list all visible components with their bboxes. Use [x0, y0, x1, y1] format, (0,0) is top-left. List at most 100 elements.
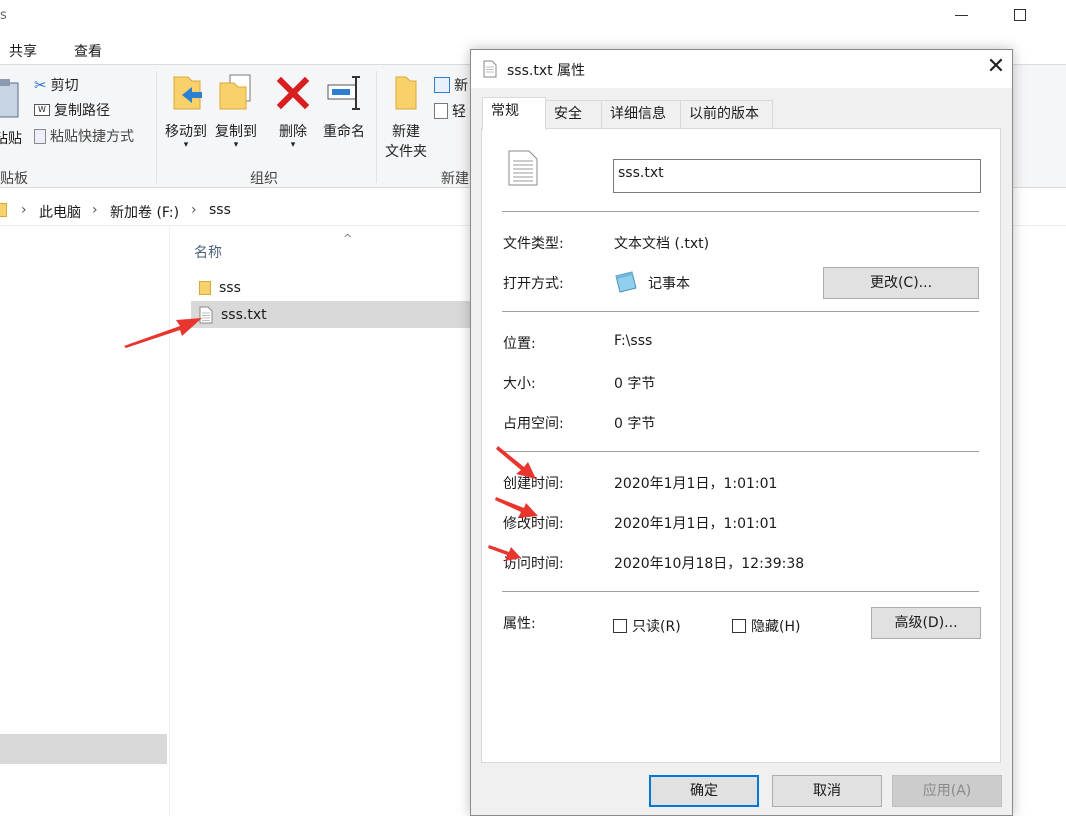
maximize-icon[interactable]	[1014, 9, 1026, 21]
size-on-disk-value: 0 字节	[614, 416, 656, 432]
new-folder-button[interactable]: 新建 文件夹	[381, 73, 431, 161]
cancel-button[interactable]: 取消	[772, 775, 882, 807]
paste-button[interactable]: 粘贴	[0, 75, 22, 155]
ok-button[interactable]: 确定	[649, 775, 759, 807]
new-item-icon	[434, 77, 450, 93]
sort-ascending-icon: ^	[343, 232, 353, 245]
file-row-txt-selected[interactable]: sss.txt	[191, 301, 471, 328]
easy-access-icon	[434, 103, 448, 119]
general-panel: sss.txt 文件类型: 文本文档 (.txt) 打开方式: 记事本 更改(C…	[481, 128, 1001, 763]
copy-path-label: 复制路径	[54, 103, 110, 119]
paste-shortcut-button[interactable]: 粘贴快捷方式	[34, 126, 134, 146]
location-label: 位置:	[503, 336, 536, 352]
tab-share[interactable]: 共享	[9, 41, 37, 61]
divider	[502, 211, 979, 212]
annotation-arrow-icon	[124, 318, 202, 348]
paste-label: 粘贴	[0, 131, 22, 147]
easy-access-label: 轻	[452, 104, 466, 120]
annotation-arrow-icon	[488, 545, 521, 561]
delete-label: 删除	[279, 124, 307, 140]
close-icon[interactable]: ✕	[982, 54, 1010, 82]
hidden-label: 隐藏(H)	[751, 619, 801, 635]
divider	[502, 591, 979, 592]
column-header-name[interactable]: 名称	[194, 242, 222, 262]
delete-x-icon	[276, 76, 310, 110]
ribbon-divider	[156, 71, 157, 183]
file-name: sss	[219, 279, 241, 296]
size-value: 0 字节	[614, 376, 656, 392]
breadcrumb-sss[interactable]: sss	[209, 202, 231, 218]
attributes-label: 属性:	[503, 616, 536, 632]
readonly-checkbox[interactable]: 只读(R)	[613, 616, 681, 636]
move-to-label: 移动到	[165, 124, 207, 140]
apply-button[interactable]: 应用(A)	[892, 775, 1002, 807]
easy-access-button[interactable]: 轻	[434, 101, 466, 121]
modified-value: 2020年1月1日，1:01:01	[614, 516, 778, 532]
new-group-label: 新建	[441, 171, 469, 187]
paste-shortcut-label: 粘贴快捷方式	[50, 129, 134, 145]
move-to-button[interactable]: 移动到 ▾	[162, 73, 210, 150]
folder-icon	[0, 203, 7, 217]
copy-path-icon: W	[34, 104, 50, 116]
readonly-label: 只读(R)	[632, 619, 681, 635]
cut-label: 剪切	[50, 78, 79, 94]
paste-icon	[0, 79, 19, 118]
copy-to-button[interactable]: 复制到 ▾	[212, 73, 260, 150]
notepad-icon	[615, 271, 637, 293]
file-type-label: 文件类型:	[503, 236, 564, 252]
organize-group-label: 组织	[250, 171, 278, 187]
checkbox-box[interactable]	[732, 619, 746, 633]
opens-with-label: 打开方式:	[503, 276, 564, 292]
tab-previous-versions[interactable]: 以前的版本	[680, 100, 773, 128]
tab-security[interactable]: 安全	[545, 100, 602, 128]
location-value: F:\sss	[614, 333, 653, 349]
move-to-icon	[173, 76, 202, 110]
chevron-right-icon: ›	[191, 202, 197, 218]
divider	[502, 451, 979, 452]
window-title: s	[0, 8, 7, 23]
nav-selected-item[interactable]	[0, 734, 167, 764]
advanced-button[interactable]: 高级(D)...	[871, 607, 981, 639]
breadcrumb-volume[interactable]: 新加卷 (F:)	[110, 202, 179, 222]
folder-icon	[199, 280, 211, 295]
paste-shortcut-icon	[34, 128, 46, 144]
checkbox-box[interactable]	[613, 619, 627, 633]
accessed-value: 2020年10月18日，12:39:38	[614, 556, 805, 572]
tab-view[interactable]: 查看	[74, 41, 102, 61]
copy-to-label: 复制到	[215, 124, 257, 140]
annotation-arrow-icon	[495, 497, 538, 518]
explorer-titlebar: s	[0, 0, 1066, 34]
properties-dialog: sss.txt 属性 ✕ 常规 安全 详细信息 以前的版本 sss.txt 文件…	[470, 49, 1013, 816]
created-value: 2020年1月1日，1:01:01	[614, 476, 778, 492]
ribbon-divider	[376, 71, 377, 183]
rename-button[interactable]: 重命名	[319, 73, 369, 141]
minimize-icon[interactable]	[955, 15, 968, 16]
text-file-large-icon	[508, 150, 538, 186]
copy-path-button[interactable]: W 复制路径	[34, 100, 110, 120]
divider	[502, 311, 979, 312]
new-folder-icon	[395, 76, 417, 110]
tab-general[interactable]: 常规	[482, 97, 546, 130]
annotation-arrow-icon	[496, 446, 536, 479]
opens-with-value: 记事本	[648, 276, 690, 292]
file-name: sss.txt	[221, 306, 267, 323]
new-item-button[interactable]: 新	[434, 75, 468, 95]
hidden-checkbox[interactable]: 隐藏(H)	[732, 616, 800, 636]
delete-button[interactable]: 删除 ▾	[273, 73, 313, 150]
rename-label: 重命名	[323, 124, 365, 140]
new-item-label: 新	[454, 78, 468, 94]
dialog-titlebar: sss.txt 属性 ✕	[471, 50, 1012, 88]
cut-button[interactable]: ✂ 剪切	[34, 75, 79, 95]
dialog-title: sss.txt 属性	[507, 63, 586, 79]
file-name-field[interactable]: sss.txt	[613, 159, 981, 193]
change-button[interactable]: 更改(C)...	[823, 267, 979, 299]
new-folder-label-line1: 新建	[392, 124, 420, 140]
size-on-disk-label: 占用空间:	[503, 416, 564, 432]
copy-to-icon	[219, 74, 251, 110]
scissors-icon: ✂	[34, 76, 47, 94]
file-type-value: 文本文档 (.txt)	[614, 236, 710, 252]
tab-details[interactable]: 详细信息	[601, 100, 681, 128]
file-row-folder[interactable]: sss	[191, 274, 471, 301]
breadcrumb-this-pc[interactable]: 此电脑	[39, 202, 81, 222]
size-label: 大小:	[503, 376, 536, 392]
